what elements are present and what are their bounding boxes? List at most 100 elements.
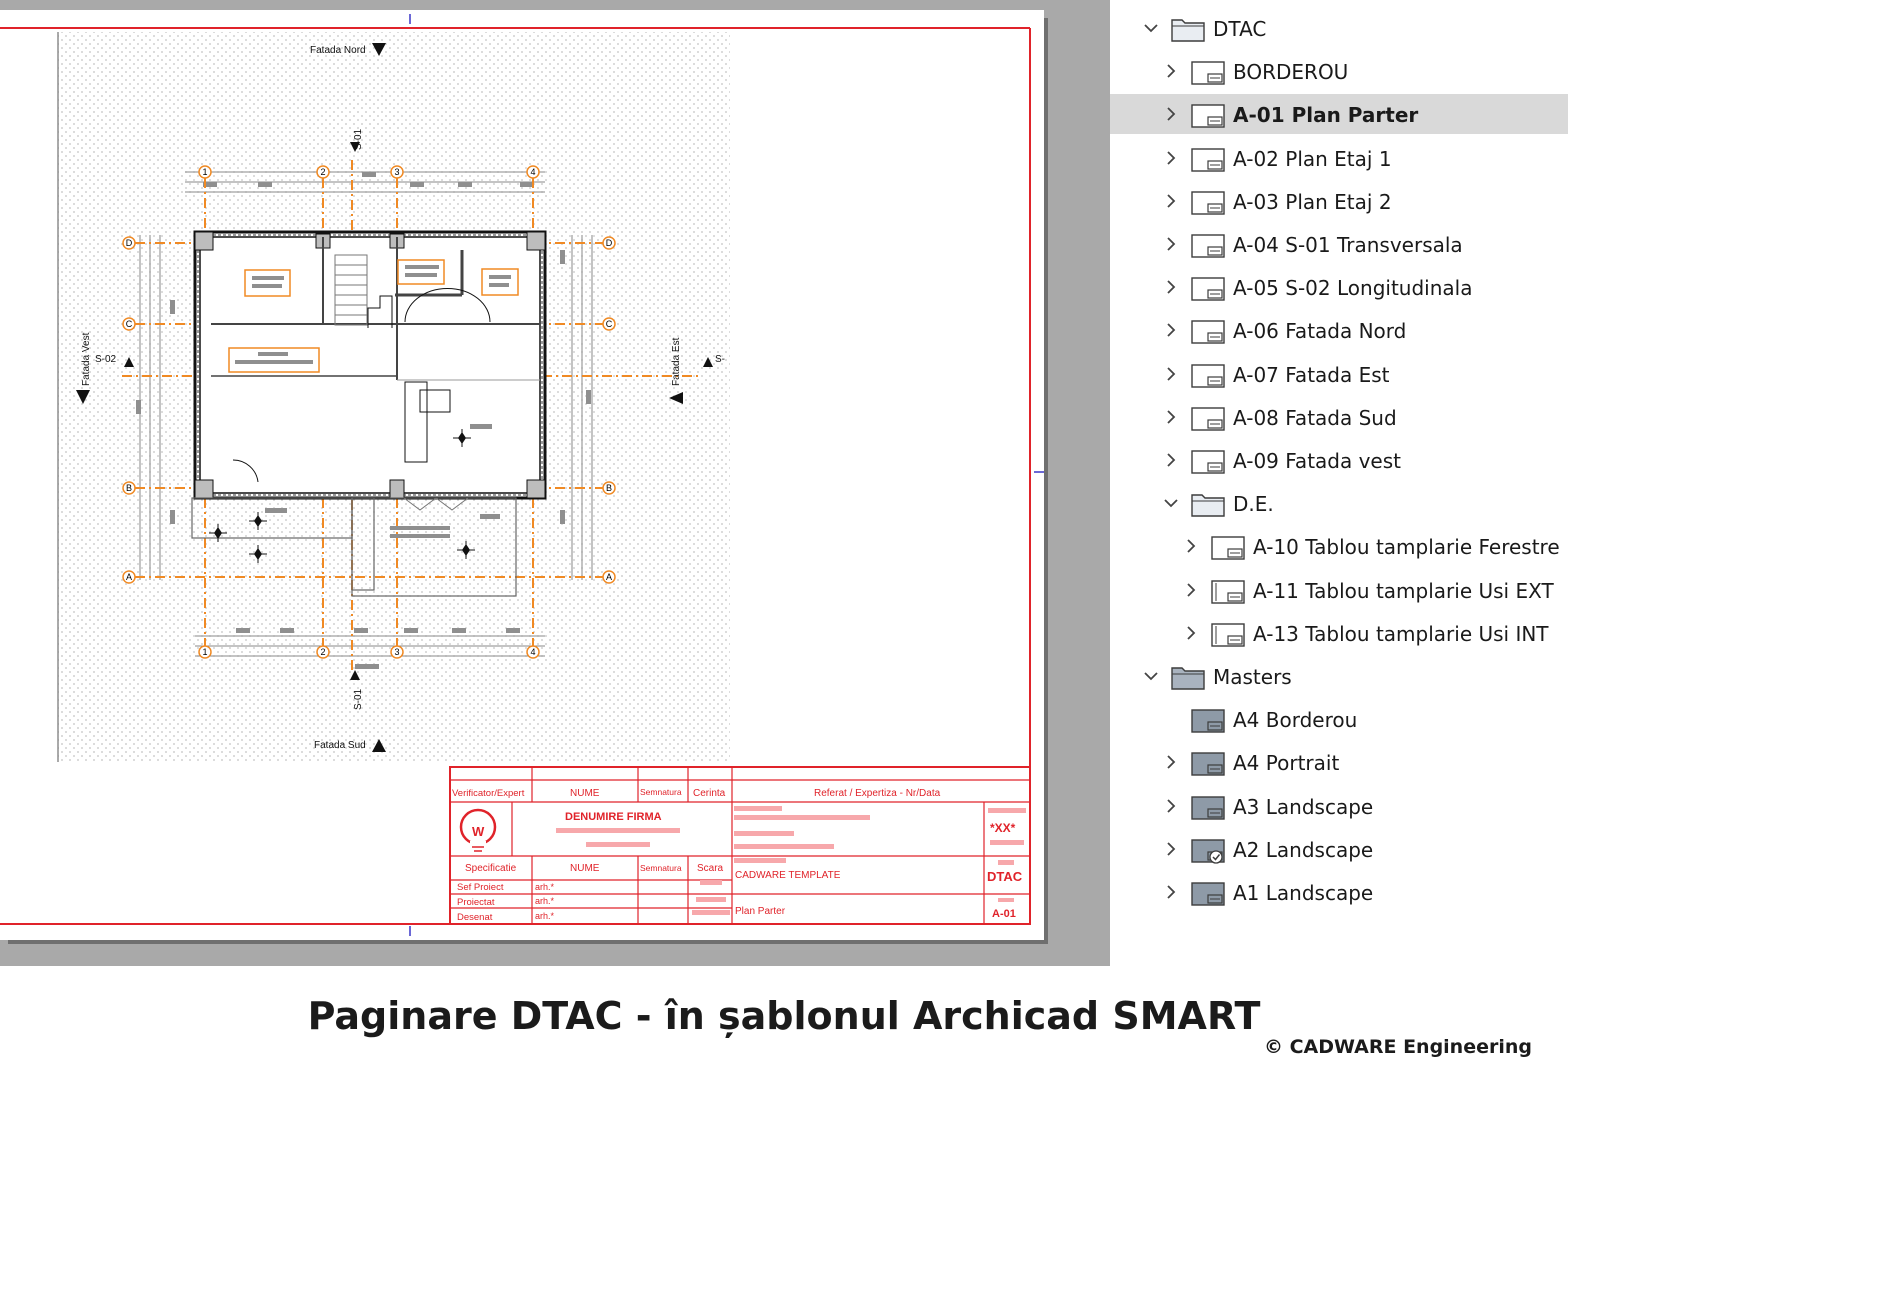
tree-item-label: BORDEROU [1233,60,1349,85]
layout-canvas[interactable]: 1 2 3 4 1 2 3 4 D C B A D C B A Fatada N… [0,0,1110,966]
master-check-icon [1191,839,1225,864]
svg-text:Fatada Sud: Fatada Sud [314,740,366,751]
svg-text:D: D [606,238,613,248]
tree-item-label: Masters [1213,665,1292,689]
chevron-right-icon[interactable] [1164,884,1178,900]
svg-text:Verificator/Expert: Verificator/Expert [452,788,525,799]
tree-item-label: A-10 Tablou tamplarie Ferestre [1253,535,1560,560]
chevron-right-icon[interactable] [1164,236,1178,252]
master-icon [1191,882,1225,906]
tree-item-label: A-13 Tablou tamplarie Usi INT [1253,621,1549,646]
svg-text:CADWARE TEMPLATE: CADWARE TEMPLATE [735,870,841,881]
layout-icon [1191,450,1225,474]
tree-item[interactable]: A-05 S-02 Longitudinala [1110,267,1568,307]
svg-text:Plan Parter: Plan Parter [735,906,786,917]
tree-item[interactable]: A4 Portrait [1110,742,1568,782]
chevron-down-icon[interactable] [1144,20,1158,36]
tree-item[interactable]: A-04 S-01 Transversala [1110,224,1568,264]
chevron-right-icon[interactable] [1164,366,1178,382]
chevron-right-icon[interactable] [1164,150,1178,166]
chevron-right-icon[interactable] [1164,409,1178,425]
layout-sheet[interactable]: 1 2 3 4 1 2 3 4 D C B A D C B A Fatada N… [0,10,1044,940]
tree-item[interactable]: A-08 Fatada Sud [1110,397,1568,437]
tree-item[interactable]: BORDEROU [1110,51,1568,91]
svg-text:A: A [126,572,132,582]
tree-item-label: A-09 Fatada vest [1233,449,1401,473]
svg-text:Fatada Nord: Fatada Nord [310,45,366,56]
chevron-right-icon[interactable] [1164,106,1178,122]
svg-text:DTAC: DTAC [987,869,1023,884]
svg-text:B: B [126,483,132,493]
svg-text:4: 4 [530,167,535,177]
tree-item[interactable]: A-07 Fatada Est [1110,354,1568,394]
svg-text:DENUMIRE FIRMA: DENUMIRE FIRMA [565,811,662,823]
tree-item[interactable]: A4 Borderou [1110,699,1568,739]
svg-text:S-01: S-01 [353,688,364,710]
svg-text:2: 2 [320,167,325,177]
svg-text:NUME: NUME [570,788,600,799]
tree-item[interactable]: A-01 Plan Parter [1110,94,1568,135]
tree-item-label: A-05 S-02 Longitudinala [1233,276,1473,301]
svg-text:A-01: A-01 [992,908,1016,920]
tree-item-label: A4 Portrait [1233,751,1340,776]
tree-item[interactable]: A-09 Fatada vest [1110,440,1568,480]
tree-item[interactable]: D.E. [1110,483,1568,523]
svg-text:2: 2 [320,647,325,657]
chevron-right-icon[interactable] [1184,625,1198,641]
tree-item[interactable]: A3 Landscape [1110,786,1568,826]
svg-text:Semnatura: Semnatura [640,863,682,873]
tree-item[interactable]: A2 Landscape [1110,829,1568,869]
chevron-right-icon[interactable] [1184,538,1198,554]
layout-icon [1191,363,1225,388]
screenshot: 1 2 3 4 1 2 3 4 D C B A D C B A Fatada N… [0,0,1568,966]
svg-text:Fatada Vest: Fatada Vest [81,332,92,386]
chevron-right-icon[interactable] [1164,841,1178,857]
layout-book-tree[interactable]: DTAC BORDEROU A-01 Plan Parter A-02 Plan Et… [1110,0,1568,966]
caption-title: Paginare DTAC - în șablonul Archicad SMA… [307,994,1261,1038]
tree-item[interactable]: A-03 Plan Etaj 2 [1110,181,1568,221]
chevron-down-icon[interactable] [1144,668,1158,684]
chevron-right-icon[interactable] [1184,582,1198,598]
copyright-notice: © CADWARE Engineering [1264,1036,1532,1058]
svg-text:C: C [606,319,613,329]
chevron-right-icon[interactable] [1164,798,1178,814]
tree-item-label: A-02 Plan Etaj 1 [1233,146,1392,171]
svg-text:Semnatura: Semnatura [640,787,682,797]
tree-item-label: A3 Landscape [1233,794,1374,819]
svg-text:S-: S- [715,354,725,365]
layout-icon [1191,61,1225,85]
tree-item-label: A-07 Fatada Est [1233,362,1390,387]
svg-text:Cerinta: Cerinta [693,788,726,799]
tree-item[interactable]: DTAC [1110,8,1568,48]
chevron-right-icon[interactable] [1164,193,1178,209]
chevron-right-icon[interactable] [1164,279,1178,295]
chevron-right-icon[interactable] [1164,322,1178,338]
tree-item[interactable]: A1 Landscape [1110,872,1568,912]
chevron-right-icon[interactable] [1164,754,1178,770]
master-icon [1191,752,1225,777]
tree-item[interactable]: Masters [1110,656,1568,696]
chevron-down-icon[interactable] [1164,495,1178,511]
tree-item[interactable]: A-13 Tablou tamplarie Usi INT [1110,613,1568,653]
svg-text:Referat / Expertiza - Nr/Data: Referat / Expertiza - Nr/Data [814,788,941,799]
tree-item-label: A-11 Tablou tamplarie Usi EXT [1253,578,1554,603]
svg-text:4: 4 [530,647,535,657]
svg-text:D: D [126,238,133,248]
tree-item-label: A-01 Plan Parter [1233,103,1419,128]
layout-icon [1191,191,1225,215]
title-block: Verificator/Expert NUME Semnatura Cerint… [449,766,1031,925]
tree-item-label: A-06 Fatada Nord [1233,319,1407,344]
sheet-drawing[interactable]: 1 2 3 4 1 2 3 4 D C B A D C B A Fatada N… [0,10,1044,940]
svg-text:A: A [606,572,612,582]
folder-icon [1191,494,1225,517]
svg-text:3: 3 [394,167,399,177]
chevron-right-icon[interactable] [1164,452,1178,468]
tree-item[interactable]: A-11 Tablou tamplarie Usi EXT [1110,570,1568,610]
tree-item-label: A4 Borderou [1233,708,1358,733]
master-icon [1191,795,1225,820]
tree-item[interactable]: A-06 Fatada Nord [1110,310,1568,350]
tree-item[interactable]: A-10 Tablou tamplarie Ferestre [1110,526,1568,566]
chevron-right-icon[interactable] [1164,63,1178,79]
tree-item[interactable]: A-02 Plan Etaj 1 [1110,138,1568,178]
layout-icon-alt [1211,623,1245,647]
